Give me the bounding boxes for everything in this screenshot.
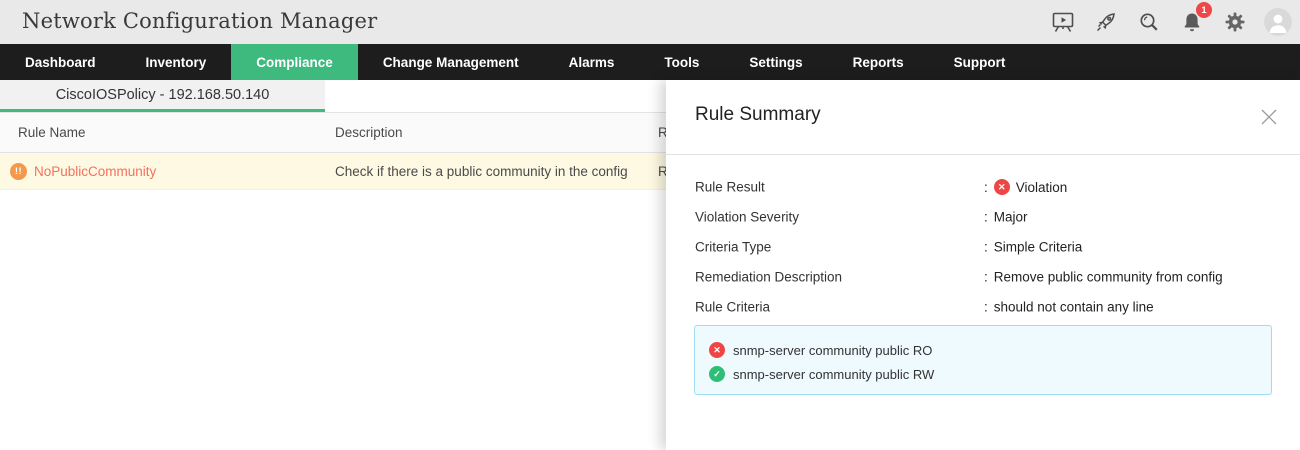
nav-item-dashboard[interactable]: Dashboard: [0, 44, 121, 80]
column-header-rule-name: Rule Name: [18, 113, 86, 152]
violation-status-icon: ✕: [994, 179, 1010, 195]
rule-summary-panel-header: Rule Summary: [666, 80, 1300, 155]
field-remediation-description: Remediation Description : Remove public …: [666, 262, 1300, 292]
demo-screen-icon[interactable]: [1049, 8, 1077, 36]
violation-warning-icon: !!: [10, 163, 27, 180]
main-nav: Dashboard Inventory Compliance Change Ma…: [0, 44, 1300, 80]
criteria-type-value: Simple Criteria: [994, 240, 1083, 255]
compliant-line-icon: ✓: [709, 366, 725, 382]
rule-name-link[interactable]: NoPublicCommunity: [34, 164, 156, 179]
violation-severity-value: Major: [994, 210, 1028, 225]
notification-badge: 1: [1196, 2, 1212, 18]
app-header: Network Configuration Manager: [0, 0, 1300, 44]
remediation-description-value: Remove public community from config: [994, 270, 1223, 285]
nav-item-settings[interactable]: Settings: [724, 44, 827, 80]
field-rule-result: Rule Result : ✕ Violation: [666, 172, 1300, 202]
nav-item-change-management[interactable]: Change Management: [358, 44, 544, 80]
nav-item-compliance[interactable]: Compliance: [231, 44, 358, 80]
rule-result-value: Violation: [1016, 180, 1068, 195]
criteria-line-text: snmp-server community public RW: [733, 367, 934, 382]
header-icon-group: 1: [1049, 0, 1292, 44]
rule-criteria-value: should not contain any line: [994, 300, 1154, 315]
field-rule-criteria: Rule Criteria : should not contain any l…: [666, 292, 1300, 322]
criteria-line-violation: ✕ snmp-server community public RO: [709, 338, 1257, 362]
rule-summary-fields: Rule Result : ✕ Violation Violation Seve…: [666, 172, 1300, 322]
notifications-bell-icon[interactable]: 1: [1178, 8, 1206, 36]
getting-started-rocket-icon[interactable]: [1092, 8, 1120, 36]
violation-line-icon: ✕: [709, 342, 725, 358]
nav-item-support[interactable]: Support: [929, 44, 1031, 80]
column-header-description: Description: [335, 113, 403, 152]
nav-item-alarms[interactable]: Alarms: [544, 44, 640, 80]
nav-item-tools[interactable]: Tools: [639, 44, 724, 80]
rule-description-cell: Check if there is a public community in …: [335, 153, 628, 189]
search-icon[interactable]: [1135, 8, 1163, 36]
close-icon[interactable]: [1256, 104, 1282, 130]
nav-item-reports[interactable]: Reports: [828, 44, 929, 80]
field-violation-severity: Violation Severity : Major: [666, 202, 1300, 232]
criteria-line-compliant: ✓ snmp-server community public RW: [709, 362, 1257, 386]
policy-device-tab[interactable]: CiscoIOSPolicy - 192.168.50.140: [0, 80, 325, 112]
network-configuration-manager-app: Network Configuration Manager: [0, 0, 1300, 450]
user-avatar[interactable]: [1264, 8, 1292, 36]
field-criteria-type: Criteria Type : Simple Criteria: [666, 232, 1300, 262]
settings-gear-icon[interactable]: [1221, 8, 1249, 36]
panel-title: Rule Summary: [695, 104, 821, 126]
nav-item-inventory[interactable]: Inventory: [121, 44, 232, 80]
rule-summary-panel: Rule Summary Rule Result : ✕ Violation V…: [666, 80, 1300, 450]
criteria-line-text: snmp-server community public RO: [733, 343, 932, 358]
rule-criteria-result-box: ✕ snmp-server community public RO ✓ snmp…: [694, 325, 1272, 395]
app-title: Network Configuration Manager: [22, 9, 377, 33]
